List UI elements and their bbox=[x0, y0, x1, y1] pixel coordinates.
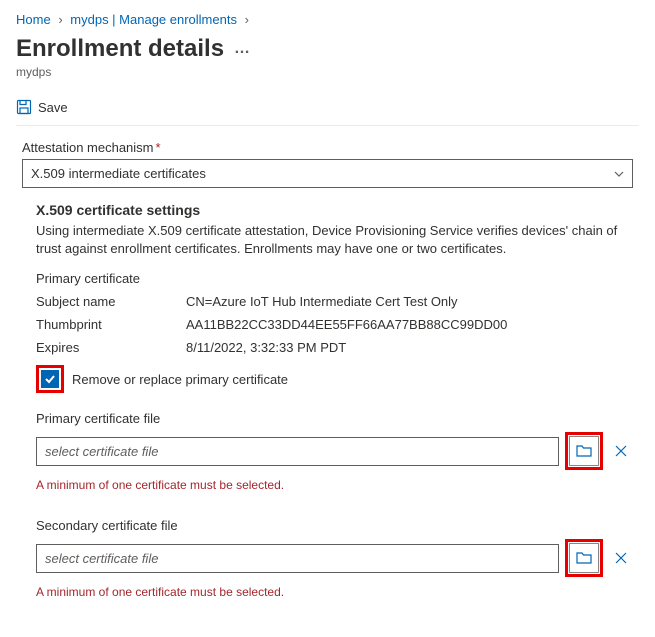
remove-replace-checkbox[interactable] bbox=[41, 370, 59, 388]
clear-button-secondary[interactable] bbox=[609, 543, 633, 573]
highlight-box bbox=[565, 539, 603, 577]
thumbprint-label: Thumbprint bbox=[36, 317, 186, 332]
browse-button-primary[interactable] bbox=[569, 436, 599, 466]
subject-label: Subject name bbox=[36, 294, 186, 309]
expires-value: 8/11/2022, 3:32:33 PM PDT bbox=[186, 340, 633, 355]
breadcrumb-item[interactable]: mydps | Manage enrollments bbox=[70, 12, 237, 27]
page-title-text: Enrollment details bbox=[16, 35, 224, 63]
secondary-cert-block: Secondary certificate file select certif… bbox=[36, 518, 633, 599]
folder-icon bbox=[576, 444, 592, 458]
save-icon[interactable] bbox=[16, 99, 32, 115]
expires-label: Expires bbox=[36, 340, 186, 355]
primary-file-label: Primary certificate file bbox=[36, 411, 633, 426]
kv-expires: Expires 8/11/2022, 3:32:33 PM PDT bbox=[36, 340, 633, 355]
chevron-right-icon: › bbox=[245, 12, 249, 27]
kv-subject: Subject name CN=Azure IoT Hub Intermedia… bbox=[36, 294, 633, 309]
attestation-value: X.509 intermediate certificates bbox=[22, 159, 633, 188]
primary-file-input[interactable]: select certificate file bbox=[36, 437, 559, 466]
more-icon[interactable]: … bbox=[234, 40, 251, 58]
secondary-file-input[interactable]: select certificate file bbox=[36, 544, 559, 573]
page-title: Enrollment details … bbox=[16, 35, 639, 63]
highlight-box bbox=[565, 432, 603, 470]
primary-error: A minimum of one certificate must be sel… bbox=[36, 478, 633, 492]
close-icon bbox=[614, 551, 628, 565]
chevron-right-icon: › bbox=[58, 12, 62, 27]
close-icon bbox=[614, 444, 628, 458]
toolbar: Save bbox=[16, 93, 639, 125]
highlight-box bbox=[36, 365, 64, 393]
x509-section-title: X.509 certificate settings bbox=[36, 202, 633, 218]
secondary-file-label: Secondary certificate file bbox=[36, 518, 633, 533]
primary-cert-block: Primary certificate file select certific… bbox=[36, 411, 633, 492]
breadcrumb: Home › mydps | Manage enrollments › bbox=[16, 12, 639, 27]
breadcrumb-home[interactable]: Home bbox=[16, 12, 51, 27]
x509-section-desc: Using intermediate X.509 certificate att… bbox=[36, 222, 633, 257]
save-button[interactable]: Save bbox=[38, 100, 68, 115]
primary-cert-header: Primary certificate bbox=[36, 271, 633, 286]
remove-replace-row: Remove or replace primary certificate bbox=[36, 365, 633, 393]
kv-thumbprint: Thumbprint AA11BB22CC33DD44EE55FF66AA77B… bbox=[36, 317, 633, 332]
browse-button-secondary[interactable] bbox=[569, 543, 599, 573]
folder-icon bbox=[576, 551, 592, 565]
page-subtitle: mydps bbox=[16, 65, 639, 79]
clear-button-primary[interactable] bbox=[609, 436, 633, 466]
attestation-label: Attestation mechanism* bbox=[22, 140, 633, 155]
thumbprint-value: AA11BB22CC33DD44EE55FF66AA77BB88CC99DD00 bbox=[186, 317, 633, 332]
secondary-error: A minimum of one certificate must be sel… bbox=[36, 585, 633, 599]
remove-replace-label: Remove or replace primary certificate bbox=[72, 372, 288, 387]
attestation-select[interactable]: X.509 intermediate certificates bbox=[22, 159, 633, 188]
subject-value: CN=Azure IoT Hub Intermediate Cert Test … bbox=[186, 294, 633, 309]
divider bbox=[16, 125, 639, 126]
